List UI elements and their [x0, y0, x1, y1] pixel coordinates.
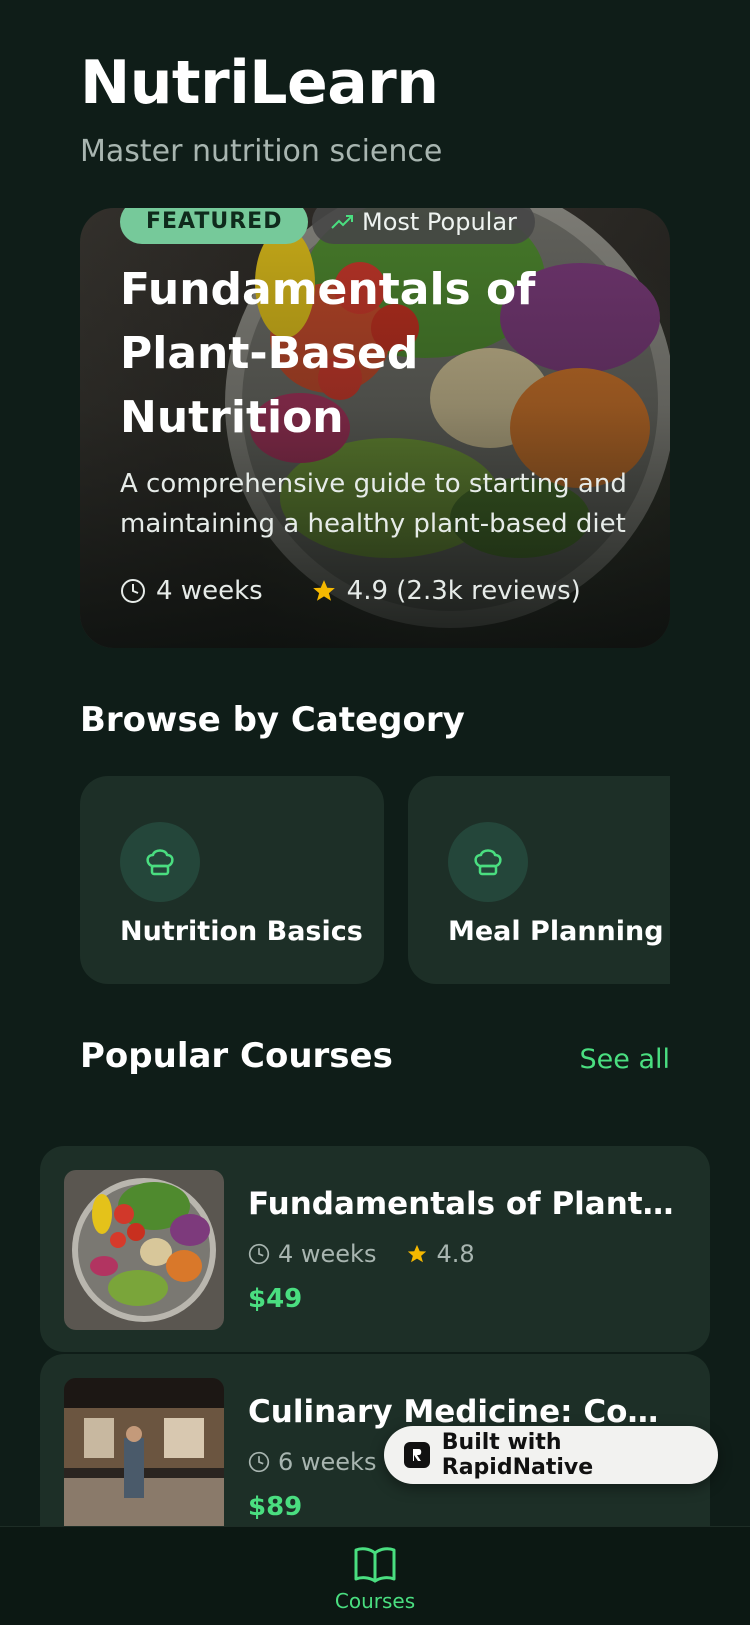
- course-title: Fundamentals of Plant-Based Nutrition: [248, 1186, 678, 1222]
- chef-hat-icon: [146, 849, 174, 876]
- featured-course-title: Fundamentals of Plant-Based Nutrition: [120, 264, 536, 443]
- most-popular-label: Most Popular: [362, 208, 517, 236]
- book-open-icon: [354, 1547, 396, 1583]
- featured-course-description: A comprehensive guide to starting and ma…: [120, 469, 627, 539]
- course-price: $49: [248, 1284, 303, 1314]
- category-carousel[interactable]: Nutrition Basics Meal Planning: [80, 776, 670, 984]
- built-with-badge[interactable]: Built with RapidNative: [384, 1426, 718, 1484]
- course-title: Culinary Medicine: Cooking for Health: [248, 1394, 678, 1430]
- chef-hat-icon: [474, 849, 502, 876]
- course-meta: 6 weeks: [248, 1448, 376, 1476]
- rapidnative-logo-icon: [404, 1442, 430, 1468]
- category-card-meal-planning[interactable]: Meal Planning: [408, 776, 670, 984]
- popular-section-title: Popular Courses: [80, 1036, 393, 1076]
- featured-badge: FEATURED: [120, 208, 309, 244]
- clock-icon: [248, 1451, 270, 1473]
- course-card[interactable]: Fundamentals of Plant-Based Nutrition 4 …: [40, 1146, 710, 1352]
- most-popular-badge: Most Popular: [312, 208, 535, 244]
- bottom-navigation: Courses: [0, 1526, 750, 1625]
- featured-course-card[interactable]: FEATURED Most Popular Fundamentals of Pl…: [80, 208, 670, 648]
- category-section-title: Browse by Category: [80, 700, 465, 740]
- course-duration: 6 weeks: [278, 1448, 377, 1476]
- built-with-label: Built with RapidNative: [441, 1430, 594, 1480]
- salad-bowl-thumbnail: [64, 1170, 224, 1330]
- featured-rating: 4.9 (2.3k reviews): [346, 576, 581, 606]
- nav-tab-courses-label: Courses: [334, 1589, 416, 1613]
- course-duration: 4 weeks: [278, 1240, 377, 1268]
- trending-up-icon: [331, 215, 353, 229]
- course-thumbnail: [64, 1170, 224, 1330]
- course-price: $89: [248, 1492, 303, 1522]
- category-card-nutrition-basics[interactable]: Nutrition Basics: [80, 776, 384, 984]
- course-thumbnail: [64, 1378, 224, 1538]
- app-subtitle: Master nutrition science: [80, 134, 443, 169]
- course-rating: 4.8: [436, 1240, 475, 1268]
- app-title: NutriLearn: [80, 48, 439, 118]
- see-all-link[interactable]: See all: [580, 1044, 671, 1075]
- star-icon: [312, 580, 335, 601]
- category-label: Nutrition Basics: [120, 916, 363, 947]
- course-meta: 4 weeks 4.8: [248, 1240, 475, 1268]
- kitchen-photo-thumbnail: [64, 1378, 224, 1538]
- star-icon: [408, 1244, 427, 1263]
- featured-course-meta: 4 weeks 4.9 (2.3k reviews): [120, 576, 581, 606]
- clock-icon: [248, 1243, 270, 1265]
- clock-icon: [121, 579, 145, 603]
- featured-duration: 4 weeks: [156, 576, 263, 606]
- category-label: Meal Planning: [448, 916, 664, 947]
- nav-tab-courses[interactable]: Courses: [0, 1545, 750, 1613]
